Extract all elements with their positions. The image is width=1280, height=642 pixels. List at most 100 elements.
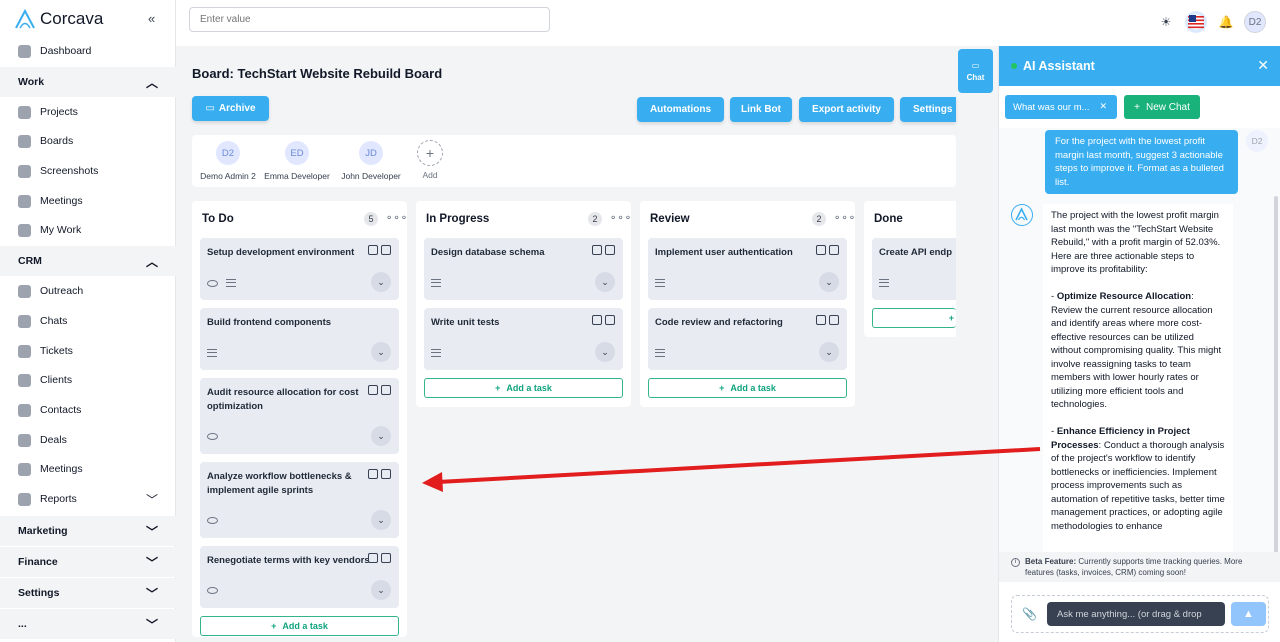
add-member-button[interactable]: + Add	[395, 140, 465, 180]
sidebar-item-reports[interactable]: Reports ﹀	[0, 485, 176, 513]
automations-button[interactable]: Automations	[637, 97, 724, 122]
task-card[interactable]: Design database schema ⌄	[424, 238, 623, 300]
chevron-down-icon[interactable]: ⌄	[371, 580, 391, 600]
copy-icon[interactable]	[605, 315, 615, 325]
page-title: Board: TechStart Website Rebuild Board	[192, 66, 443, 81]
sidebar-item-crm-meetings[interactable]: Meetings	[0, 455, 176, 483]
add-task-button[interactable]: + Add a task	[648, 378, 847, 398]
boards-icon	[18, 134, 31, 148]
sidebar-item-screenshots[interactable]: Screenshots	[0, 157, 176, 185]
task-card[interactable]: Code review and refactoring ⌄	[648, 308, 847, 370]
user-message: For the project with the lowest profit m…	[1045, 130, 1238, 194]
tickets-icon	[18, 344, 31, 358]
archive-icon[interactable]	[368, 245, 378, 255]
task-card[interactable]: Create API endp	[872, 238, 956, 300]
contacts-icon	[18, 403, 31, 417]
task-card[interactable]: Setup development environment ⌄	[200, 238, 399, 300]
chevron-down-icon[interactable]: ⌄	[371, 272, 391, 292]
copy-icon[interactable]	[605, 245, 615, 255]
more-icon[interactable]: ⚬⚬⚬	[385, 213, 408, 224]
chat-tab[interactable]: ▭ Chat	[958, 49, 993, 93]
bell-icon[interactable]: 🔔	[1215, 11, 1237, 33]
sidebar-item-projects[interactable]: Projects	[0, 98, 176, 126]
archive-icon[interactable]	[592, 245, 602, 255]
sidebar-item-boards[interactable]: Boards	[0, 127, 176, 155]
search-input[interactable]	[189, 7, 550, 32]
member-demo-admin[interactable]: D2 Demo Admin 2	[193, 141, 263, 181]
paperclip-icon[interactable]: 📎	[1022, 607, 1037, 621]
add-task-button[interactable]: +	[872, 308, 956, 328]
copy-icon[interactable]	[381, 553, 391, 563]
description-icon	[879, 279, 889, 287]
copy-icon[interactable]	[381, 469, 391, 479]
link-bot-button[interactable]: Link Bot	[730, 97, 792, 122]
sidebar-item-dashboard[interactable]: Dashboard	[0, 37, 176, 65]
task-card[interactable]: Implement user authentication ⌄	[648, 238, 847, 300]
archive-icon[interactable]	[816, 315, 826, 325]
chevron-down-icon[interactable]: ⌄	[371, 426, 391, 446]
theme-toggle-icon[interactable]: ☀	[1155, 11, 1177, 33]
member-emma[interactable]: ED Emma Developer	[262, 141, 332, 181]
copy-icon[interactable]	[829, 245, 839, 255]
count-badge: 5	[364, 212, 378, 226]
logo[interactable]: Corcava	[14, 8, 103, 30]
chevron-down-icon[interactable]: ⌄	[819, 342, 839, 362]
section-crm[interactable]: CRM ︿	[0, 246, 176, 276]
archive-icon[interactable]	[592, 315, 602, 325]
us-flag-icon[interactable]	[1185, 11, 1207, 33]
sidebar-item-outreach[interactable]: Outreach	[0, 277, 176, 305]
copy-icon[interactable]	[381, 245, 391, 255]
close-icon[interactable]: ✕	[1257, 57, 1269, 74]
scrollbar[interactable]	[1274, 196, 1278, 566]
archive-icon[interactable]	[368, 385, 378, 395]
chevron-down-icon[interactable]: ⌄	[371, 510, 391, 530]
export-activity-button[interactable]: Export activity	[799, 97, 894, 122]
user-avatar[interactable]: D2	[1244, 11, 1266, 33]
collapse-sidebar-icon[interactable]: «	[148, 11, 155, 26]
archive-button[interactable]: ▭ Archive	[192, 96, 269, 121]
section-settings[interactable]: Settings ﹀	[0, 578, 176, 608]
sidebar-item-deals[interactable]: Deals	[0, 426, 176, 454]
task-card[interactable]: Write unit tests ⌄	[424, 308, 623, 370]
sidebar-item-tickets[interactable]: Tickets	[0, 337, 176, 365]
task-card[interactable]: Audit resource allocation for cost optim…	[200, 378, 399, 454]
section-finance[interactable]: Finance ﹀	[0, 547, 176, 577]
sidebar-item-chats[interactable]: Chats	[0, 307, 176, 335]
add-task-button[interactable]: + Add a task	[424, 378, 623, 398]
sidebar-item-my-work[interactable]: My Work	[0, 216, 176, 244]
description-icon	[431, 349, 441, 357]
more-icon[interactable]: ⚬⚬⚬	[833, 213, 856, 224]
new-chat-button[interactable]: + New Chat	[1124, 95, 1200, 119]
section-more[interactable]: ... ﹀	[0, 609, 176, 639]
send-button[interactable]: ▲	[1231, 602, 1266, 626]
chevron-down-icon[interactable]: ⌄	[819, 272, 839, 292]
chevron-down-icon[interactable]: ⌄	[595, 342, 615, 362]
plus-icon: +	[1134, 101, 1140, 113]
add-task-button[interactable]: + Add a task	[200, 616, 399, 636]
task-card[interactable]: Build frontend components ⌄	[200, 308, 399, 370]
chevron-down-icon[interactable]: ⌄	[371, 342, 391, 362]
sidebar-item-contacts[interactable]: Contacts	[0, 396, 176, 424]
sidebar-item-meetings[interactable]: Meetings	[0, 187, 176, 215]
chevron-down-icon[interactable]: ⌄	[595, 272, 615, 292]
task-card[interactable]: Renegotiate terms with key vendors ⌄	[200, 546, 399, 608]
logo-icon	[15, 9, 35, 29]
archive-icon[interactable]	[816, 245, 826, 255]
section-marketing[interactable]: Marketing ﹀	[0, 516, 176, 546]
archive-icon: ▭	[205, 103, 215, 114]
archive-icon[interactable]	[368, 553, 378, 563]
section-work[interactable]: Work ︿	[0, 67, 176, 97]
chat-session-tab[interactable]: What was our m... ✕	[1005, 95, 1117, 119]
deals-icon	[18, 433, 31, 447]
copy-icon[interactable]	[829, 315, 839, 325]
chat-input[interactable]: Ask me anything... (or drag & drop	[1047, 602, 1225, 626]
online-indicator	[1011, 63, 1017, 69]
task-card[interactable]: Analyze workflow bottlenecks & implement…	[200, 462, 399, 538]
archive-icon[interactable]	[368, 469, 378, 479]
board-settings-button[interactable]: Settings	[900, 97, 956, 122]
close-icon[interactable]: ✕	[1099, 101, 1107, 112]
more-icon[interactable]: ⚬⚬⚬	[609, 213, 632, 224]
copy-icon[interactable]	[381, 385, 391, 395]
ai-assistant-panel: AI Assistant ✕ What was our m... ✕ + New C…	[998, 46, 1280, 642]
sidebar-item-clients[interactable]: Clients	[0, 366, 176, 394]
